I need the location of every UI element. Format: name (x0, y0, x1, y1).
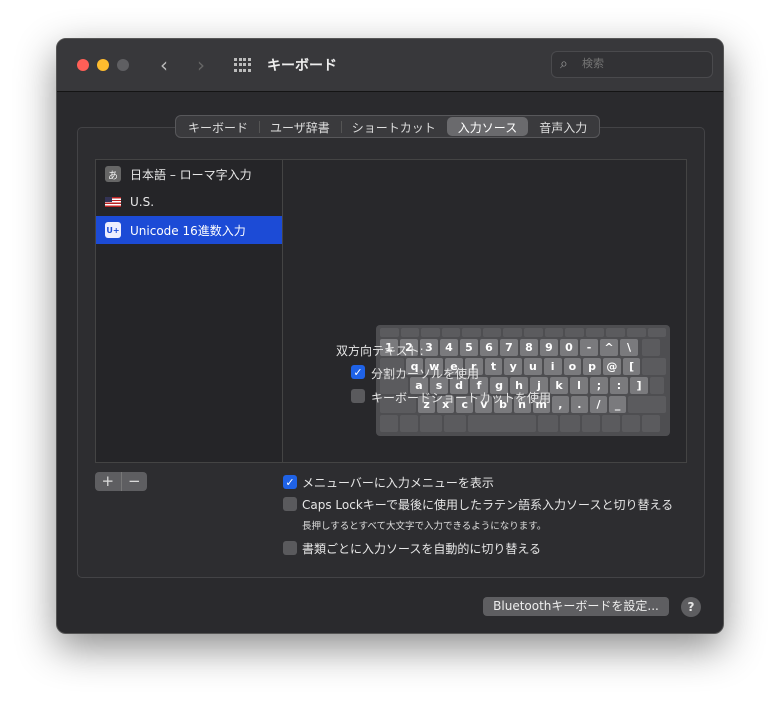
key: 6 (480, 339, 498, 356)
key: 0 (560, 339, 578, 356)
tab-keyboard[interactable]: キーボード (177, 117, 259, 136)
key: 7 (500, 339, 518, 356)
window-title: キーボード (267, 58, 337, 74)
key: 5 (460, 339, 478, 356)
tab-bar: キーボード ユーザ辞書 ショートカット 入力ソース 音声入力 (175, 115, 601, 138)
shortcut-label: キーボードショートカットを使用 (371, 391, 552, 405)
blank-key (642, 339, 660, 356)
key: - (580, 339, 598, 356)
key: / (589, 396, 608, 413)
list-item-unicode-hex[interactable]: U+ Unicode 16進数入力 (96, 216, 282, 244)
add-source-button[interactable]: + (95, 472, 121, 491)
key: 9 (540, 339, 558, 356)
show-menu-label: メニューバーに入力メニューを表示 (302, 476, 494, 490)
forward-button[interactable]: › (197, 53, 205, 77)
bluetooth-keyboard-button[interactable]: Bluetoothキーボードを設定... (483, 597, 669, 616)
key: p (583, 358, 601, 375)
key: ; (590, 377, 608, 394)
input-sources-panel: あ日本語 – ローマ字入力 U.S. U+ Unicode 16進数入力 1234… (95, 159, 687, 463)
caps-lock-label: Caps Lockキーで最後に使用したラテン語系入力ソースと切り替える (302, 498, 674, 512)
list-item-us[interactable]: U.S. (96, 188, 282, 216)
us-flag-icon (105, 197, 121, 207)
list-item-label: 日本語 – ローマ字入力 (130, 167, 252, 182)
blank-key (628, 396, 667, 413)
function-key-row (380, 328, 667, 337)
key: 4 (440, 339, 458, 356)
checkmark-icon: ✓ (285, 475, 295, 489)
checkmark-icon: ✓ (353, 365, 363, 379)
list-item-label: Unicode 16進数入力 (130, 223, 246, 238)
unicode-icon: U+ (105, 222, 121, 238)
blank-key (650, 377, 664, 394)
title-bar: ‹ › キーボード ⌕ (57, 39, 723, 92)
key: . (570, 396, 588, 413)
add-remove-control: + − (95, 472, 147, 491)
key: l (570, 377, 588, 394)
list-item-japanese[interactable]: あ日本語 – ローマ字入力 (96, 160, 282, 188)
key: ^ (600, 339, 618, 356)
key: @ (602, 358, 621, 375)
search-icon: ⌕ (560, 56, 568, 72)
blank-key (642, 358, 667, 375)
preferences-window: ‹ › キーボード ⌕ キーボード ユーザ辞書 ショートカット 入力ソース 音声… (56, 38, 724, 634)
auto-switch-checkbox[interactable] (283, 541, 297, 555)
show-menu-checkbox[interactable]: ✓ (283, 475, 297, 489)
bidi-heading: 双方向テキスト: (336, 344, 424, 358)
auto-switch-label: 書類ごとに入力ソースを自動的に切り替える (302, 542, 542, 556)
remove-source-button[interactable]: − (120, 472, 148, 491)
key: k (550, 377, 568, 394)
list-item-label: U.S. (130, 195, 155, 209)
key: u (524, 358, 542, 375)
caps-lock-checkbox[interactable] (283, 497, 297, 511)
key: t (484, 358, 503, 375)
space-key-row (380, 415, 666, 432)
tab-user-dictionary[interactable]: ユーザ辞書 (259, 117, 341, 136)
key: : (610, 377, 628, 394)
tab-dictation[interactable]: 音声入力 (528, 117, 598, 136)
close-button[interactable] (77, 59, 89, 71)
help-button[interactable]: ? (681, 597, 701, 617)
key: y (504, 358, 523, 375)
input-source-list[interactable]: あ日本語 – ローマ字入力 U.S. U+ Unicode 16進数入力 (96, 160, 283, 462)
tab-input-sources[interactable]: 入力ソース (446, 117, 529, 136)
split-cursor-checkbox[interactable]: ✓ (351, 365, 365, 379)
key: \ (620, 339, 638, 356)
minimize-button[interactable] (97, 59, 109, 71)
hiragana-icon: あ (105, 166, 121, 182)
key: , (551, 396, 569, 413)
zoom-button[interactable] (117, 59, 129, 71)
key: i (543, 358, 562, 375)
split-cursor-label: 分割カーソルを使用 (371, 367, 480, 381)
key: 8 (520, 339, 538, 356)
key: o (563, 358, 582, 375)
key: ] (630, 377, 648, 394)
shortcut-checkbox[interactable] (351, 389, 365, 403)
show-all-grid-icon[interactable] (234, 58, 251, 72)
key: _ (609, 396, 627, 413)
caps-lock-note: 長押しするとすべて大文字で入力できるようになります。 (302, 521, 547, 532)
key: [ (622, 358, 641, 375)
back-button[interactable]: ‹ (160, 53, 168, 77)
tab-shortcuts[interactable]: ショートカット (340, 117, 447, 136)
search-field[interactable]: ⌕ (551, 51, 713, 78)
search-input[interactable] (582, 57, 702, 70)
